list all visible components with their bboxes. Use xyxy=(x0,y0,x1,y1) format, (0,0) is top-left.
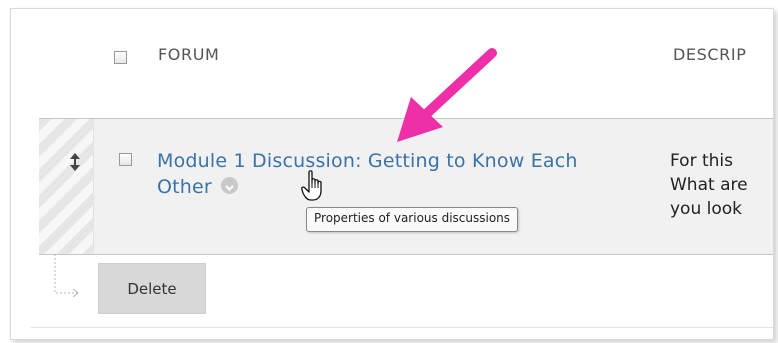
row-checkbox[interactable] xyxy=(119,153,132,166)
tooltip: Properties of various discussions xyxy=(306,207,519,232)
row-drag-handle[interactable] xyxy=(39,119,94,254)
forum-description: For this What are you look xyxy=(670,149,773,221)
description-line: you look xyxy=(670,199,743,219)
discussion-forums-panel: FORUM DESCRIP Module 1 Discussion: Getti… xyxy=(10,8,774,340)
annotation-arrow xyxy=(397,48,497,142)
description-column-header[interactable]: DESCRIP xyxy=(673,45,746,64)
forum-column-header[interactable]: FORUM xyxy=(158,45,219,64)
hand-cursor-icon xyxy=(301,170,322,201)
select-all-checkbox[interactable] xyxy=(114,51,127,64)
description-line: What are xyxy=(670,175,748,195)
forum-title-link[interactable]: Module 1 Discussion: Getting to Know Eac… xyxy=(157,148,627,200)
forum-title-line2[interactable]: Other xyxy=(157,176,212,198)
drag-handle-icon[interactable] xyxy=(69,153,81,171)
chevron-down-icon[interactable] xyxy=(221,177,239,194)
description-line: For this xyxy=(670,151,733,171)
bulk-action-connector xyxy=(54,254,79,298)
forum-title-line1[interactable]: Module 1 Discussion: Getting to Know Eac… xyxy=(157,150,578,172)
delete-button[interactable]: Delete xyxy=(98,263,206,314)
divider xyxy=(31,327,773,328)
